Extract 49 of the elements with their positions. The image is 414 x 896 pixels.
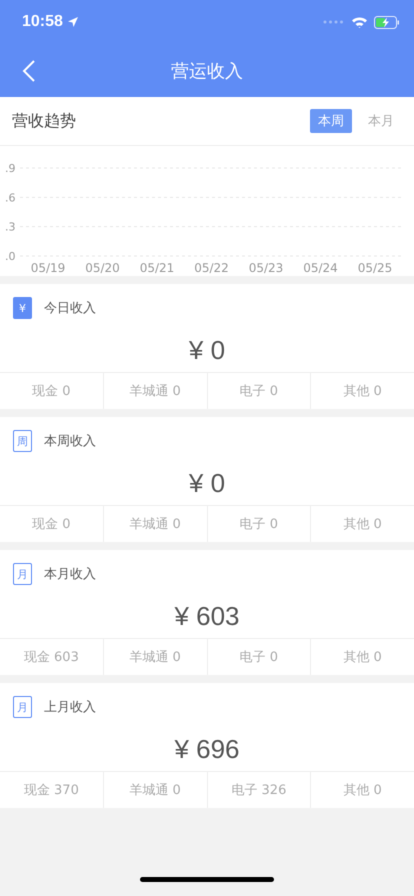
document-icon: 周 — [13, 430, 32, 452]
breakdown-cell: 现金 603 — [0, 639, 104, 675]
document-icon: 月 — [13, 696, 32, 718]
amount: ¥ 603 — [173, 600, 241, 633]
breakdown-cell: 羊城通 0 — [104, 373, 208, 409]
breakdown-cell: 电子 0 — [208, 639, 312, 675]
period-tab[interactable]: 本月 — [360, 109, 402, 133]
status-time: 10:58 — [22, 13, 63, 31]
x-tick-label: 05/25 — [358, 261, 392, 275]
breakdown-cell-text: 其他 0 — [342, 383, 383, 401]
document-icon: 月 — [13, 563, 32, 585]
card-title: 今日收入 — [44, 300, 96, 317]
breakdown-cell-text: 其他 0 — [342, 649, 383, 667]
breakdown-cell: 电子 326 — [208, 772, 312, 808]
amount: ¥ 0 — [188, 334, 226, 367]
x-tick-label: 05/23 — [248, 261, 284, 275]
y-tick-label: .6 — [5, 191, 16, 204]
y-tick-label: .9 — [5, 162, 16, 175]
page-title: 营运收入 — [171, 60, 243, 82]
x-tick-label: 05/20 — [85, 261, 120, 275]
breakdown-cell: 现金 0 — [0, 373, 104, 409]
card-title: 上月收入 — [44, 699, 96, 716]
card-title: 本周收入 — [44, 433, 96, 450]
document-icon: ¥ — [13, 297, 32, 319]
breakdown-cell-text: 其他 0 — [342, 516, 383, 534]
breakdown-cell: 电子 0 — [208, 506, 312, 542]
wifi-icon — [351, 16, 368, 28]
breakdown-cell: 羊城通 0 — [104, 506, 208, 542]
period-tab[interactable]: 本周 — [310, 109, 352, 133]
location-arrow-icon — [66, 16, 79, 28]
back-icon[interactable] — [22, 59, 36, 83]
y-tick-label: .3 — [5, 220, 16, 234]
x-tick-label: 05/24 — [303, 261, 338, 275]
x-tick-label: 05/21 — [140, 261, 174, 275]
breakdown-cell: 电子 0 — [208, 373, 312, 409]
x-tick-label: 05/19 — [30, 261, 66, 275]
breakdown-cell: 现金 0 — [0, 506, 104, 542]
x-tick-label: 05/22 — [194, 261, 229, 275]
section-title: 营收趋势 — [12, 110, 76, 132]
breakdown-cell: 现金 370 — [0, 772, 104, 808]
amount: ¥ 0 — [188, 467, 226, 500]
y-tick-label: .0 — [5, 250, 16, 263]
signal-dots-icon — [323, 20, 345, 24]
breakdown-cell: 羊城通 0 — [104, 639, 208, 675]
breakdown-cell: 羊城通 0 — [104, 772, 208, 808]
amount: ¥ 696 — [173, 733, 241, 766]
breakdown-cell-text: 其他 0 — [342, 782, 383, 800]
card-title: 本月收入 — [44, 566, 96, 583]
battery-charging-icon — [374, 16, 400, 28]
